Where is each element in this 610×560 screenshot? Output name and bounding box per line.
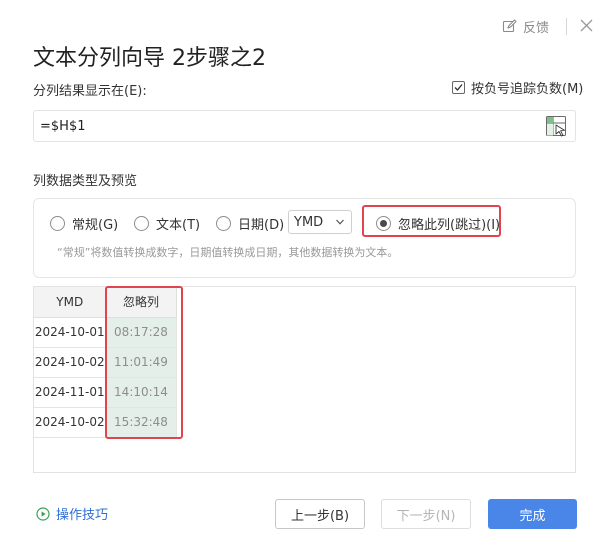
- skipped-column-highlight: [105, 286, 183, 439]
- range-select-icon: [546, 116, 566, 137]
- table-cell: 2024-10-02: [34, 347, 107, 378]
- close-button[interactable]: [577, 16, 597, 36]
- divider: [566, 18, 567, 35]
- next-step-button[interactable]: 下一步(N): [381, 499, 471, 529]
- checkmark-icon: [454, 84, 463, 91]
- tips-link[interactable]: 操作技巧: [36, 504, 108, 523]
- tips-label: 操作技巧: [56, 508, 109, 523]
- finish-button[interactable]: 完成: [488, 499, 577, 529]
- checkbox-box[interactable]: [452, 81, 465, 94]
- section-label: 列数据类型及预览: [33, 174, 138, 189]
- feedback-label: 反馈: [523, 20, 550, 36]
- table-cell: 2024-11-01: [34, 377, 107, 408]
- dialog-title: 文本分列向导 2步骤之2: [33, 46, 266, 71]
- radio-circle[interactable]: [50, 216, 65, 231]
- close-icon: [580, 19, 593, 32]
- radio-text-label: 文本(T): [156, 218, 201, 233]
- negative-tracking-label: 按负号追踪负数(M): [471, 82, 584, 97]
- date-format-select[interactable]: YMD: [288, 210, 352, 234]
- radio-general[interactable]: 常规(G): [50, 214, 118, 233]
- radio-date-label: 日期(D): [238, 218, 285, 233]
- hint-text: “常规”将数值转换成数字，日期值转换成日期，其他数据转换为文本。: [57, 246, 399, 259]
- table-cell: 2024-10-01: [34, 317, 107, 348]
- destination-input[interactable]: [40, 116, 520, 136]
- play-circle-icon: [36, 506, 50, 521]
- radio-circle[interactable]: [216, 216, 231, 231]
- edit-icon: [502, 18, 517, 32]
- date-format-value: YMD: [294, 214, 324, 230]
- destination-field: [33, 110, 576, 142]
- column-header[interactable]: YMD: [34, 287, 107, 318]
- chevron-down-icon: [336, 219, 344, 225]
- feedback-button[interactable]: 反馈: [502, 16, 549, 36]
- table-cell: 2024-10-02: [34, 407, 107, 438]
- radio-circle[interactable]: [134, 216, 149, 231]
- negative-tracking-checkbox[interactable]: 按负号追踪负数(M): [452, 78, 583, 97]
- previous-step-button[interactable]: 上一步(B): [275, 499, 365, 529]
- radio-date[interactable]: 日期(D): [216, 214, 284, 233]
- skip-option-highlight: [362, 205, 501, 237]
- destination-label: 分列结果显示在(E):: [33, 84, 147, 99]
- radio-text[interactable]: 文本(T): [134, 214, 200, 233]
- radio-general-label: 常规(G): [72, 218, 119, 233]
- range-picker-button[interactable]: [545, 115, 567, 137]
